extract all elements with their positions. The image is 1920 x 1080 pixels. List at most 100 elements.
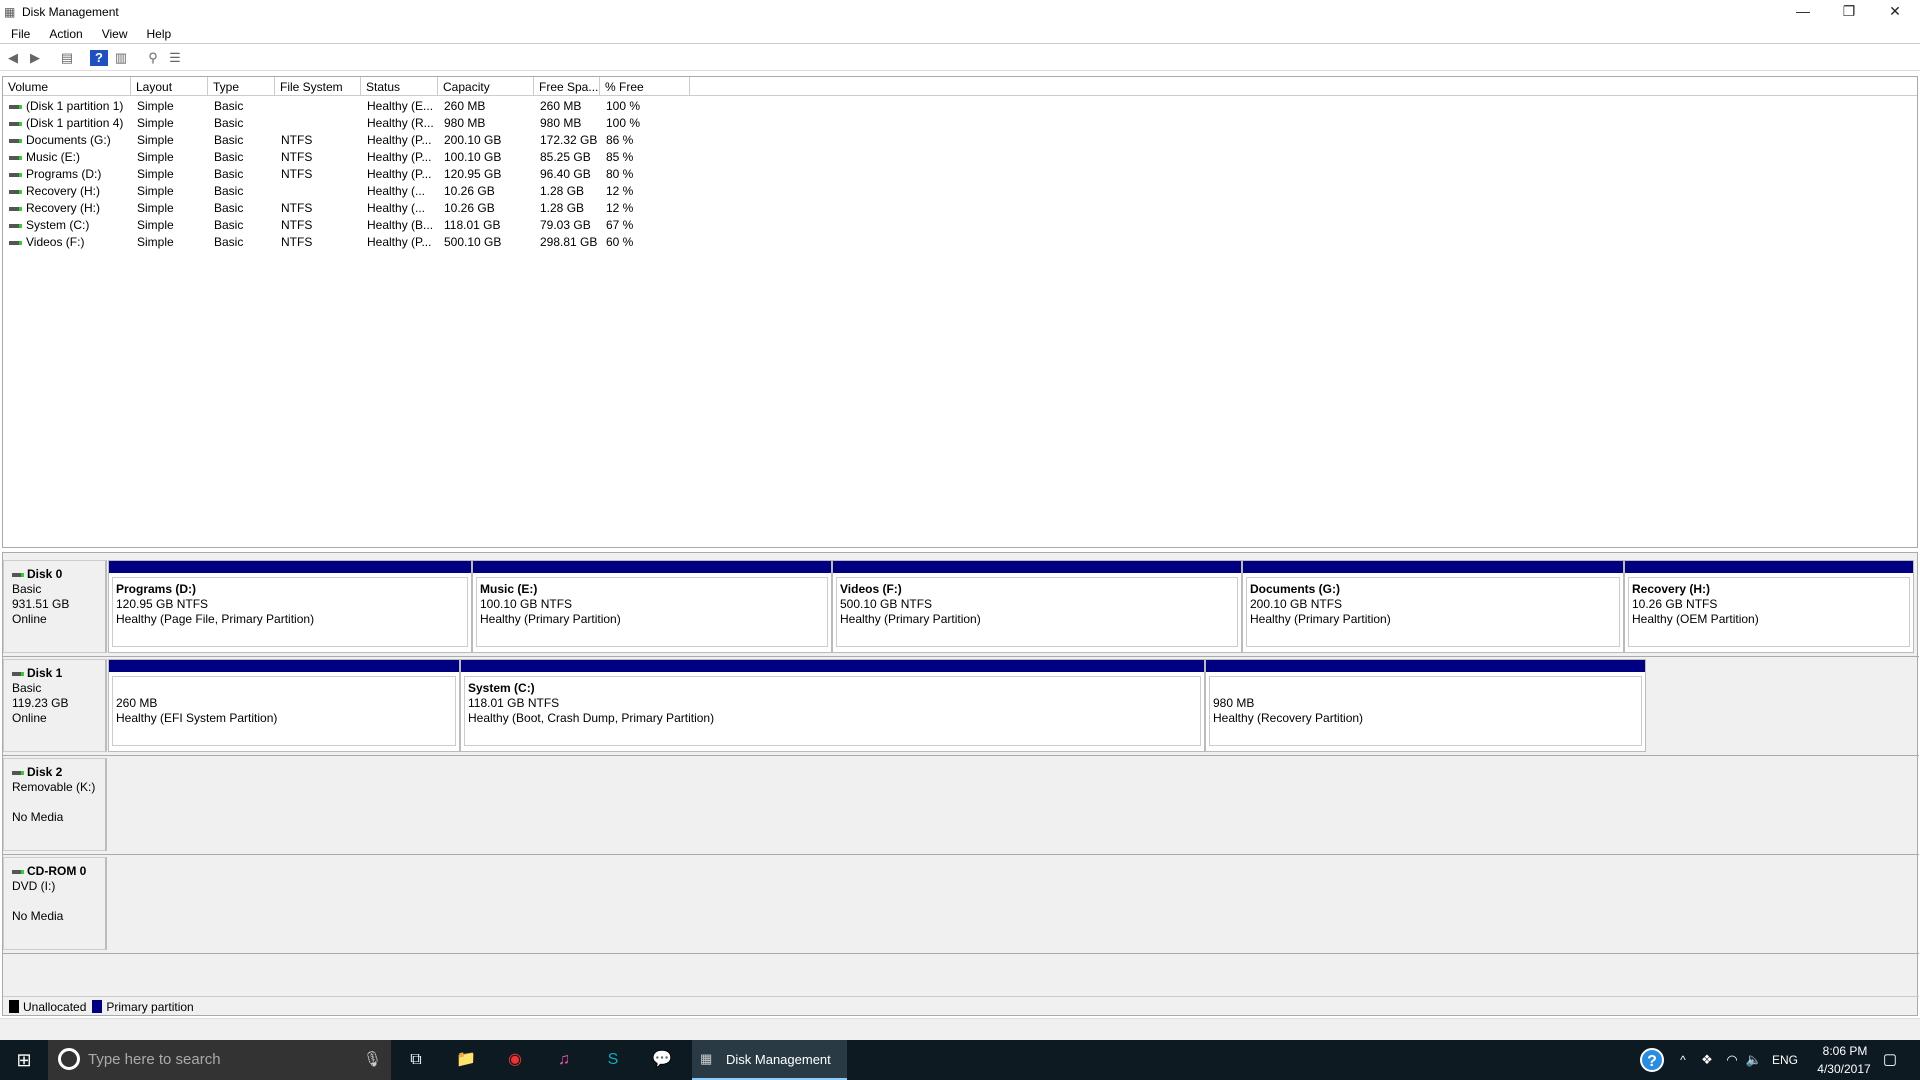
disk-info-line — [12, 795, 97, 810]
cell-text: 100 % — [606, 99, 641, 113]
disk-label-0[interactable]: Disk 0 Basic 931.51 GB Online — [3, 560, 107, 653]
partition-bar — [109, 561, 471, 575]
cell-text: Simple — [137, 167, 174, 181]
volume-icon — [9, 189, 22, 194]
action-center-icon[interactable]: ▢ — [1878, 1048, 1902, 1072]
microphone-icon[interactable]: 🎙 — [363, 1050, 382, 1068]
cell-text: 118.01 GB — [444, 218, 501, 232]
menu-view[interactable]: View — [91, 24, 136, 41]
partition[interactable]: System (C:) 118.01 GB NTFS Healthy (Boot, … — [460, 659, 1205, 752]
connect-icon[interactable]: ⚲ — [144, 50, 162, 66]
minimize-button[interactable]: — — [1780, 0, 1826, 24]
partition-details: 260 MB Healthy (EFI System Partition) — [112, 676, 456, 746]
cell-text: Healthy (... — [367, 184, 426, 198]
table-cell — [275, 182, 361, 199]
table-cell: 100 % — [600, 114, 690, 131]
table-row[interactable]: (Disk 1 partition 4) Simple Basic Healthy (… — [3, 114, 703, 131]
menu-help[interactable]: Help — [136, 24, 180, 41]
legend-item: Unallocated — [9, 1000, 86, 1014]
dropbox-icon[interactable]: ❖ — [1695, 1048, 1719, 1072]
cell-text: Simple — [137, 235, 174, 249]
cell-text: Simple — [137, 99, 174, 113]
restore-button[interactable]: ❐ — [1826, 0, 1872, 24]
table-cell: Simple — [131, 233, 208, 250]
table-cell: Simple — [131, 216, 208, 233]
disk-icon — [12, 671, 24, 676]
search-box[interactable]: Type here to search 🎙 — [48, 1040, 391, 1080]
file-explorer-icon[interactable]: 📁 — [454, 1048, 478, 1072]
cell-text: NTFS — [281, 150, 313, 164]
partition[interactable]: Recovery (H:) 10.26 GB NTFS Healthy (OEM P… — [1624, 560, 1914, 653]
column-header-6[interactable]: Free Spa... — [534, 77, 600, 96]
disk-label-2[interactable]: Disk 2 Removable (K:) No Media — [3, 758, 107, 851]
chevron-up-icon[interactable]: ^ — [1671, 1048, 1695, 1072]
partition[interactable]: 260 MB Healthy (EFI System Partition) — [108, 659, 460, 752]
clock-time[interactable]: 8:06 PM — [1814, 1044, 1876, 1058]
table-row[interactable]: Documents (G:) Simple Basic NTFS Healthy (P.… — [3, 131, 703, 148]
column-header-3[interactable]: File System — [275, 77, 361, 96]
disk-label-3[interactable]: CD-ROM 0 DVD (I:) No Media — [3, 857, 107, 950]
menu-file[interactable]: File — [0, 24, 38, 41]
skype-icon[interactable]: S — [601, 1048, 625, 1072]
start-windows-icon[interactable]: ⊞ — [12, 1048, 36, 1072]
disk-info-line: Basic — [12, 681, 42, 695]
taskbar-disk-management[interactable]: ▦ Disk Management — [692, 1040, 847, 1080]
cdrom-icon — [12, 869, 24, 874]
partition[interactable]: Documents (G:) 200.10 GB NTFS Healthy (Pri… — [1242, 560, 1624, 653]
cell-text: 100.10 GB — [444, 150, 502, 164]
partition-status: Healthy (Primary Partition) — [840, 612, 981, 626]
disk-info-line: Basic — [12, 582, 42, 596]
table-cell: NTFS — [275, 199, 361, 216]
partition-size: 118.01 GB NTFS — [468, 696, 560, 710]
menu-action[interactable]: Action — [38, 24, 90, 41]
partition-status: Healthy (Primary Partition) — [480, 612, 621, 626]
cell-text: Basic — [214, 167, 244, 181]
table-row[interactable]: Programs (D:) Simple Basic NTFS Healthy (P..… — [3, 165, 703, 182]
column-header-1[interactable]: Layout — [131, 77, 208, 96]
column-header-4[interactable]: Status — [361, 77, 438, 96]
chrome-icon[interactable]: ◉ — [503, 1048, 527, 1072]
clock-date[interactable]: 4/30/2017 — [1808, 1062, 1880, 1076]
help-icon[interactable]: ? — [90, 50, 108, 66]
table-row[interactable]: System (C:) Simple Basic NTFS Healthy (B... 1… — [3, 216, 703, 233]
help-tray-icon[interactable]: ? — [1640, 1048, 1664, 1072]
volume-name: Recovery (H:) — [3, 199, 131, 216]
table-row[interactable]: Videos (F:) Simple Basic NTFS Healthy (P... 5… — [3, 233, 703, 250]
action-pane-icon[interactable]: ▥ — [112, 50, 130, 66]
console-tree-icon[interactable]: ▤ — [58, 50, 76, 66]
disk-label-1[interactable]: Disk 1 Basic 119.23 GB Online — [3, 659, 107, 752]
table-cell: Simple — [131, 114, 208, 131]
table-row[interactable]: Recovery (H:) Simple Basic Healthy (... 10.2… — [3, 182, 703, 199]
volume-icon[interactable]: 🔈 — [1742, 1048, 1766, 1072]
table-cell: Healthy (P... — [361, 148, 438, 165]
task-view-icon[interactable]: ⧉ — [404, 1048, 428, 1072]
partition[interactable]: Programs (D:) 120.95 GB NTFS Healthy (Page… — [108, 560, 472, 653]
forward-icon[interactable]: ▶ — [26, 50, 44, 66]
properties-icon[interactable]: ☰ — [166, 50, 184, 66]
itunes-icon[interactable]: ♫ — [552, 1048, 576, 1072]
back-icon[interactable]: ◀ — [4, 50, 22, 66]
partition[interactable]: Videos (F:) 500.10 GB NTFS Healthy (Primar… — [832, 560, 1242, 653]
wechat-icon[interactable]: 💬 — [650, 1048, 674, 1072]
column-header-5[interactable]: Capacity — [438, 77, 534, 96]
language-indicator[interactable]: ENG — [1772, 1053, 1798, 1067]
partition-details: Recovery (H:) 10.26 GB NTFS Healthy (OEM P… — [1628, 577, 1910, 647]
wifi-icon[interactable]: ◠ — [1720, 1048, 1744, 1072]
close-button[interactable]: ✕ — [1872, 0, 1918, 24]
partition-size: 500.10 GB NTFS — [840, 597, 933, 611]
partition[interactable]: Music (E:) 100.10 GB NTFS Healthy (Primary… — [472, 560, 832, 653]
table-cell: Basic — [208, 233, 275, 250]
column-header-0[interactable]: Volume — [3, 77, 131, 96]
table-row[interactable]: (Disk 1 partition 1) Simple Basic Healthy (… — [3, 97, 703, 114]
table-cell: 260 MB — [438, 97, 534, 114]
column-header-7[interactable]: % Free — [600, 77, 690, 96]
column-header-2[interactable]: Type — [208, 77, 275, 96]
volume-icon — [9, 104, 22, 109]
table-row[interactable]: Music (E:) Simple Basic NTFS Healthy (P... 10… — [3, 148, 703, 165]
partition[interactable]: 980 MB Healthy (Recovery Partition) — [1205, 659, 1646, 752]
cell-text: Basic — [214, 218, 244, 232]
table-row[interactable]: Recovery (H:) Simple Basic NTFS Healthy (...… — [3, 199, 703, 216]
partition-status: Healthy (OEM Partition) — [1632, 612, 1759, 626]
cell-text: 200.10 GB — [444, 133, 502, 147]
cell-text: NTFS — [281, 167, 313, 181]
